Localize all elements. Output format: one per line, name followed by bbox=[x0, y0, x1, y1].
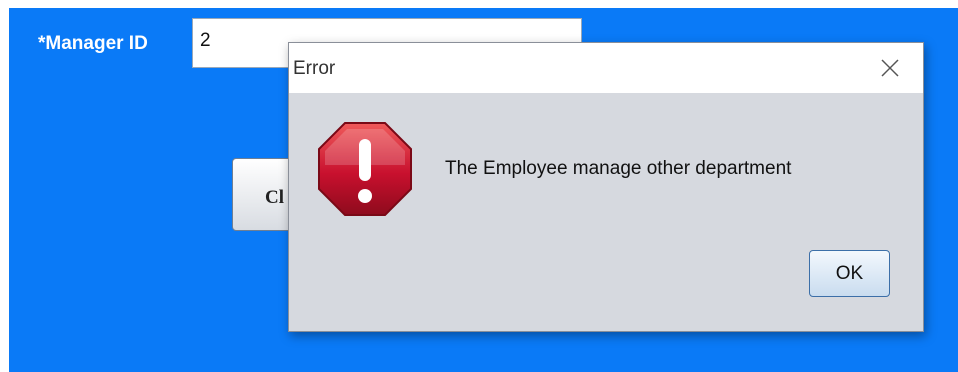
error-stop-icon bbox=[318, 122, 412, 216]
manager-id-label: *Manager ID bbox=[38, 33, 148, 54]
dialog-titlebar: Error bbox=[289, 43, 923, 93]
app-window: *Manager ID 2 Cl Error The Employee mana… bbox=[0, 0, 958, 372]
close-icon[interactable] bbox=[879, 57, 901, 79]
error-dialog: Error The Employee manage other departme… bbox=[288, 42, 924, 332]
ok-button[interactable]: OK bbox=[809, 250, 890, 297]
dialog-title: Error bbox=[293, 58, 336, 79]
error-message: The Employee manage other department bbox=[445, 158, 792, 179]
